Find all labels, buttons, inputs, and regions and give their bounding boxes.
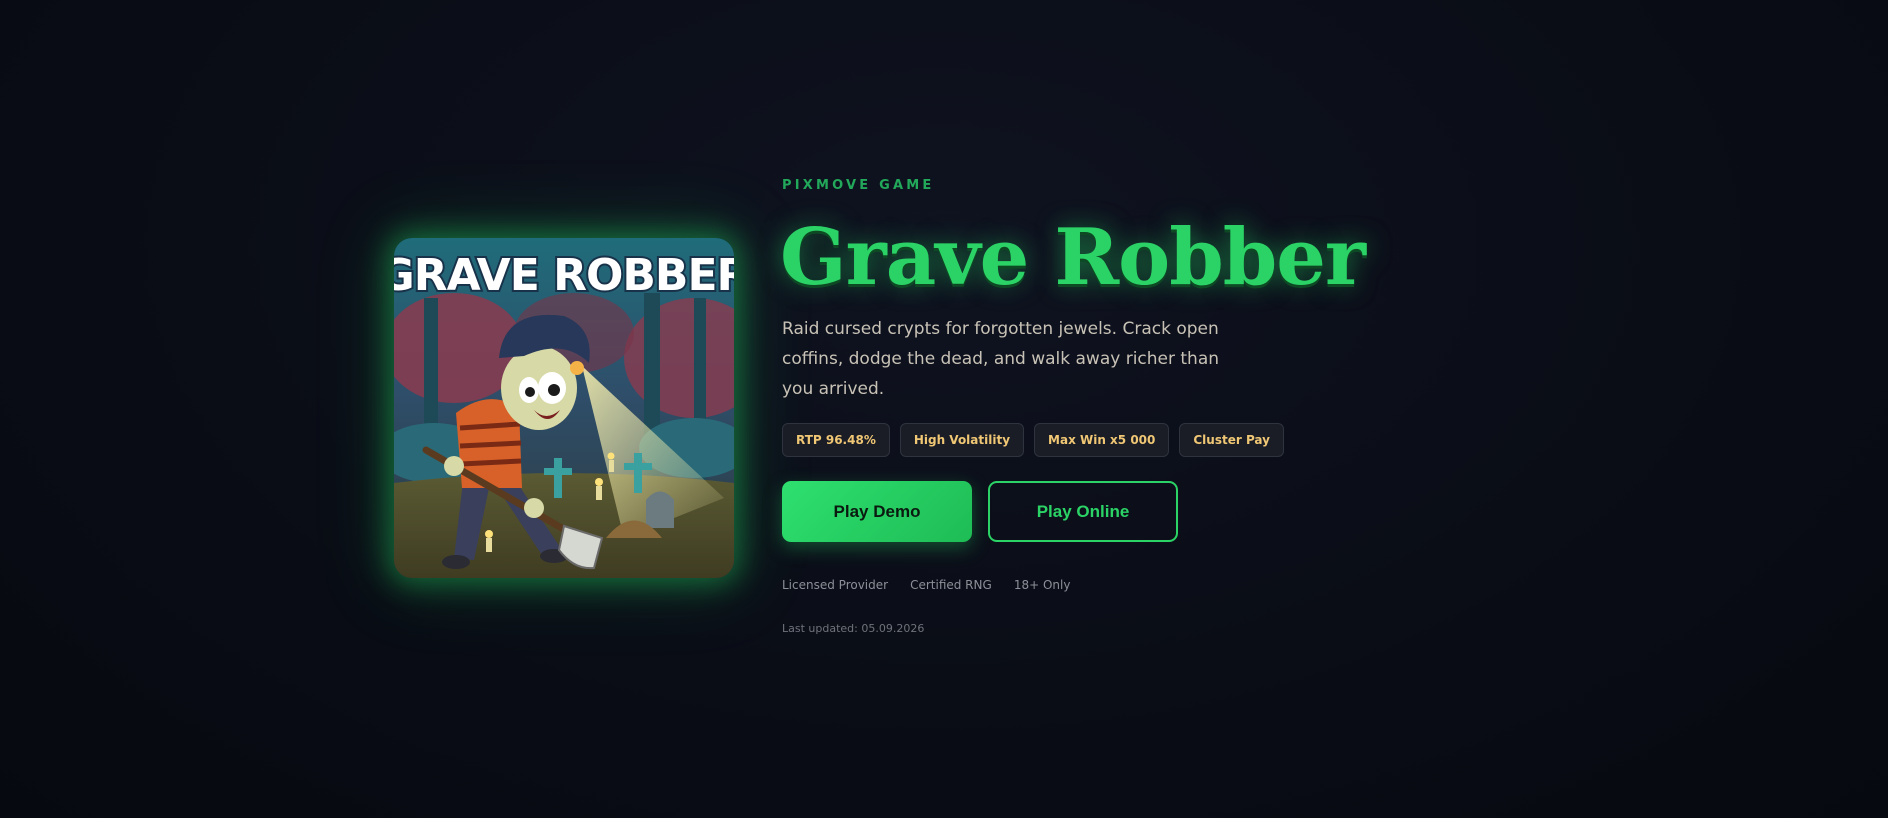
rtp-badge: RTP 96.48%	[782, 423, 890, 457]
trust-item-age: 18+ Only	[1013, 578, 1071, 592]
game-hero: GRAVE ROBBER PIXMOVE GAME Grave Robber R…	[0, 0, 1888, 818]
play-demo-button[interactable]: Play Demo	[782, 481, 972, 542]
game-cover-image[interactable]: GRAVE ROBBER	[394, 238, 734, 578]
game-title: Grave Robber	[780, 212, 1366, 303]
max-win-badge: Max Win x5 000	[1034, 423, 1170, 457]
svg-text:GRAVE ROBBER: GRAVE ROBBER	[394, 250, 734, 301]
last-updated: Last updated: 05.09.2026	[782, 622, 925, 635]
trust-item-rng: Certified RNG	[910, 578, 992, 592]
feature-badges: RTP 96.48% High Volatility Max Win x5 00…	[782, 423, 1284, 457]
game-description: Raid cursed crypts for forgotten jewels.…	[782, 319, 1220, 399]
trust-badges: Licensed Provider Certified RNG 18+ Only	[782, 578, 1070, 592]
volatility-badge: High Volatility	[899, 423, 1025, 457]
trust-item-licensed: Licensed Provider	[782, 578, 889, 592]
cta-buttons: Play Demo Play Online	[782, 481, 1178, 542]
provider-label: PIXMOVE GAME	[782, 178, 935, 193]
mechanic-badge: Cluster Pay	[1179, 423, 1284, 457]
play-online-button[interactable]: Play Online	[988, 481, 1178, 542]
